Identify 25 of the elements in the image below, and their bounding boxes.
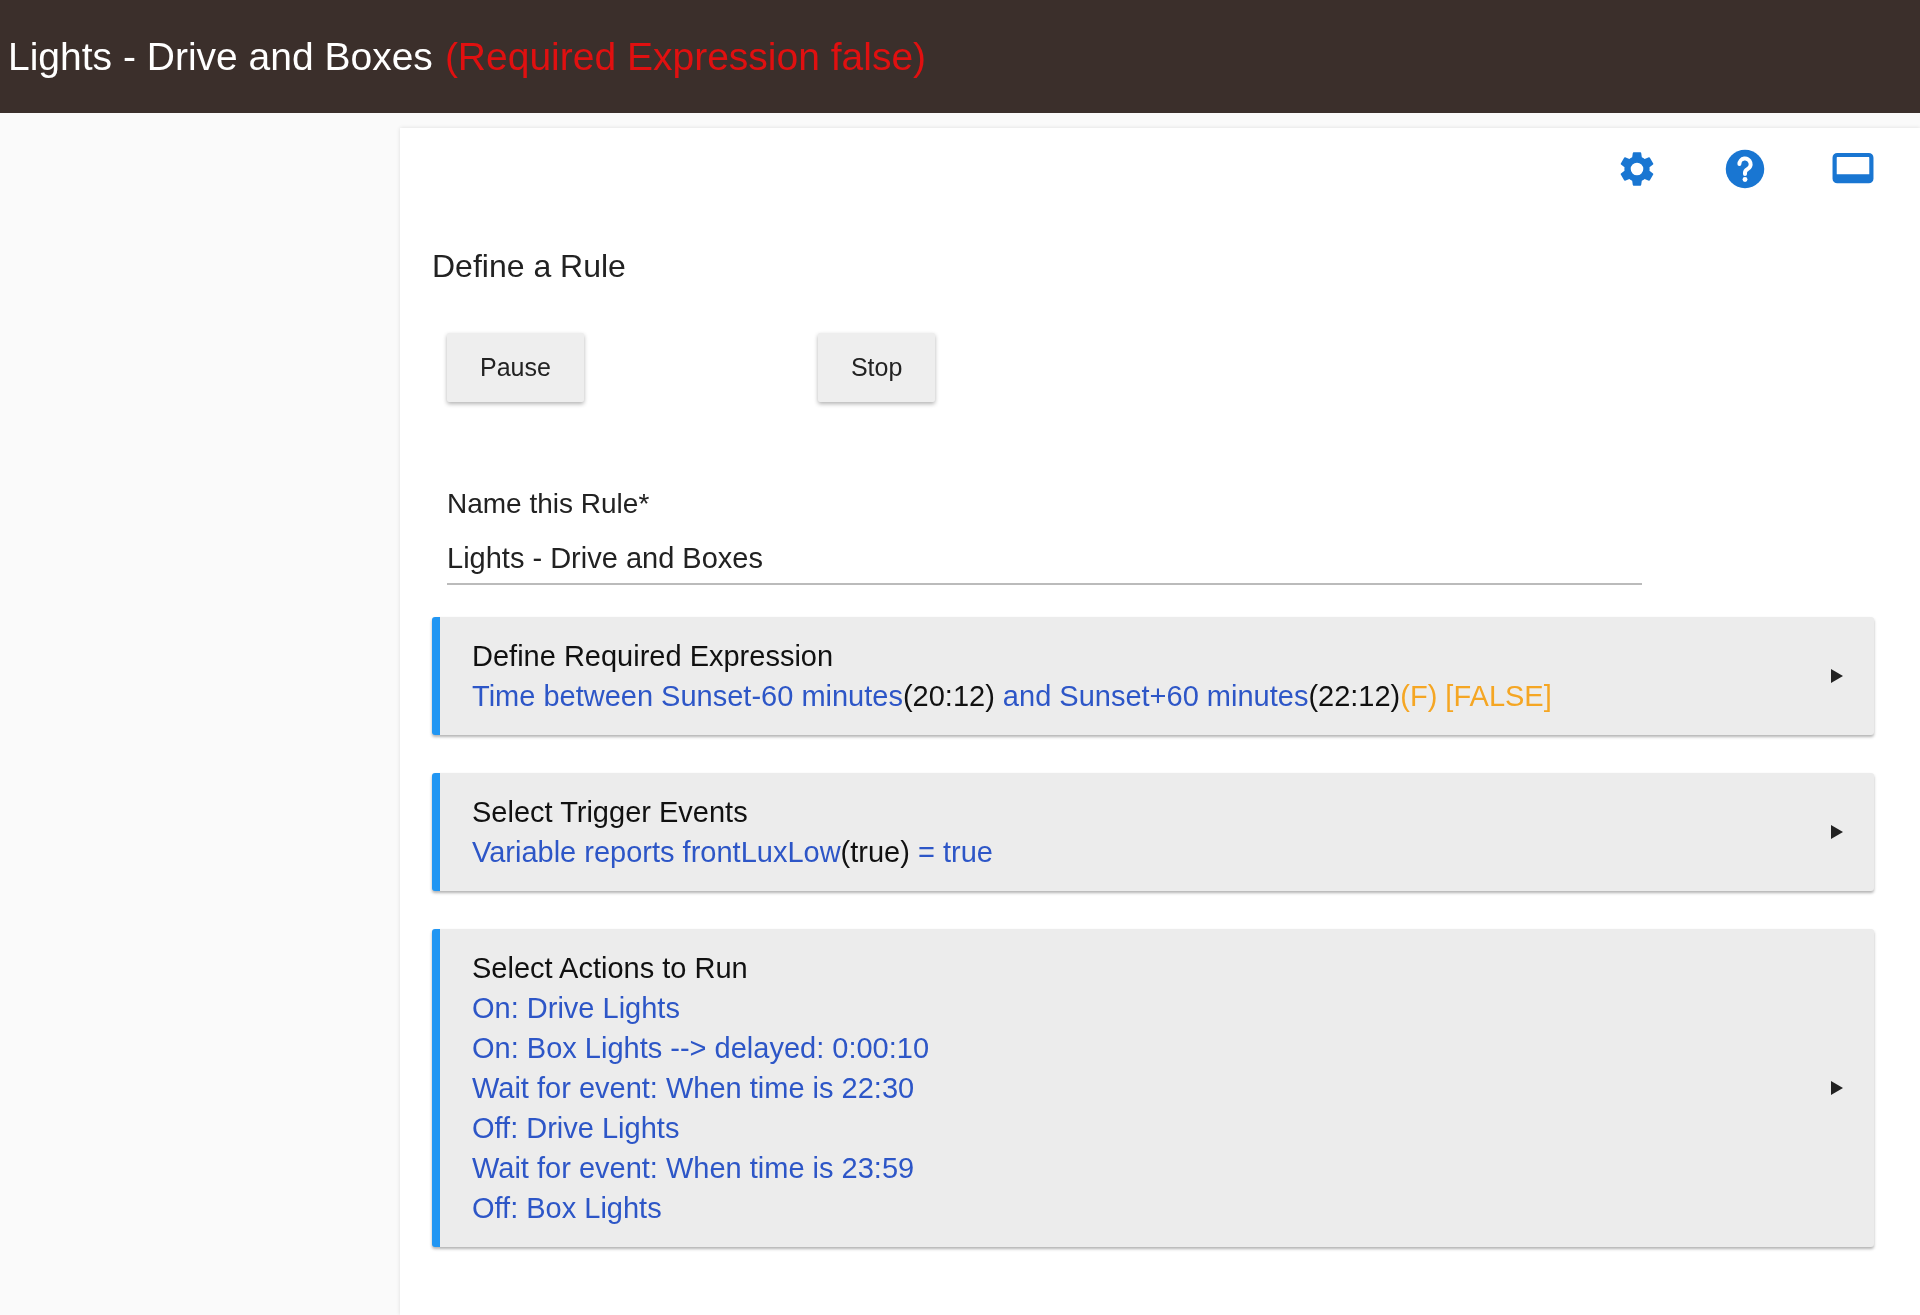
section-detail-line: Wait for event: When time is 22:30 [472,1071,916,1106]
section-detail-line: On: Drive Lights [472,991,681,1026]
section-detail-line: On: Box Lights --> delayed: 0:00:10 [472,1031,931,1066]
section-detail-line: Off: Box Lights [472,1191,663,1226]
expand-arrow-icon [1830,1080,1844,1096]
section-title: Select Actions to Run [472,951,749,986]
expand-arrow-icon [1830,668,1844,684]
field-label: Name this Rule* [447,488,651,520]
rule-status: (Required Expression false) [444,34,927,79]
rule-name-field[interactable]: Lights - Drive and Boxes [447,532,1642,585]
page-title: Lights - Drive and Boxes [8,34,433,79]
pause-button[interactable]: Pause [447,333,584,402]
rule-section[interactable]: Define Required Expression Time between Sunset-60 minutes(20:12) and Sunset+60 minutes(22:12)(F) [FALSE] [432,617,1874,735]
rule-section[interactable]: Select Trigger Events Variable reports frontLuxLow(true) = true [432,773,1874,891]
stop-button[interactable]: Stop [817,333,936,402]
section-detail-line: Variable reports frontLuxLow(true) = true [472,835,994,870]
expand-arrow-icon [1830,824,1844,840]
section-detail-line: Wait for event: When time is 23:59 [472,1151,916,1186]
rule-section[interactable]: Select Actions to Run On: Drive Lights On: Box Lights --> delayed: 0:00:10 Wait for event: When time is 22:30 Off: Drive Lights Wait for event: When time is 23:59 Off: Box Lights [432,929,1874,1247]
page-heading: Define a Rule [432,248,627,285]
section-detail-line: Off: Drive Lights [472,1111,681,1146]
section-title: Select Trigger Events [472,795,749,830]
section-title: Define Required Expression [472,639,835,674]
section-detail-line: Time between Sunset-60 minutes(20:12) and Sunset+60 minutes(22:12)(F) [FALSE] [472,679,1553,714]
help-icon[interactable] [1724,148,1766,190]
